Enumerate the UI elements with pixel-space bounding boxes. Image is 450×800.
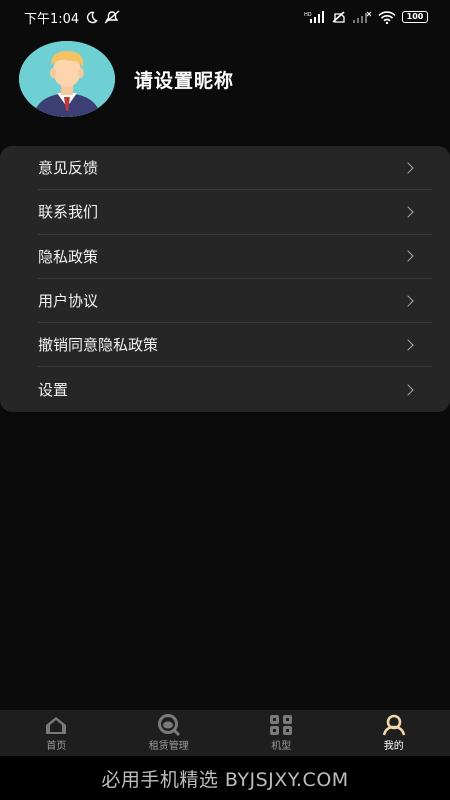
search-icon (156, 714, 182, 736)
tab-mine[interactable]: 我的 (338, 710, 450, 756)
moon-icon (85, 11, 99, 24)
signal-icon (352, 11, 372, 23)
settings-menu: 意见反馈 联系我们 隐私政策 用户协议 撤销同意隐私政策 设置 (0, 146, 450, 412)
chevron-right-icon (402, 161, 414, 174)
grid-icon (268, 714, 294, 736)
home-icon (43, 714, 69, 736)
chevron-right-icon (402, 250, 414, 262)
chevron-right-icon (402, 206, 414, 218)
tab-label: 租赁管理 (148, 741, 189, 752)
no-sim-icon (332, 11, 346, 23)
battery-icon: 100 (402, 11, 428, 23)
notification-off-icon (104, 10, 120, 24)
menu-item-label: 用户协议 (38, 292, 99, 311)
menu-item-user-agreement[interactable]: 用户协议 (38, 279, 432, 324)
chevron-right-icon (402, 383, 414, 396)
menu-item-label: 撤销同意隐私政策 (38, 336, 159, 355)
menu-item-label: 意见反馈 (38, 159, 99, 178)
tab-label: 机型 (271, 741, 292, 752)
menu-item-label: 隐私政策 (38, 247, 99, 266)
tab-home[interactable]: 首页 (0, 710, 113, 756)
chevron-right-icon (402, 294, 414, 307)
menu-item-contact-us[interactable]: 联系我们 (38, 190, 432, 235)
watermark-bar: 必用手机精选 BYJSJXY.COM (0, 756, 450, 800)
status-bar: 下午1:04 HD 100 (0, 0, 450, 34)
watermark-text: 必用手机精选 BYJSJXY.COM (101, 768, 349, 791)
status-left: 下午1:04 (24, 8, 120, 27)
tab-models[interactable]: 机型 (225, 710, 338, 756)
wifi-icon (378, 10, 396, 24)
profile-icon (381, 714, 407, 736)
menu-item-privacy-policy[interactable]: 隐私政策 (38, 235, 432, 279)
menu-item-label: 联系我们 (38, 203, 99, 222)
bottom-tab-bar: 首页 租赁管理 机型 我的 (0, 710, 450, 756)
status-right: HD 100 (304, 10, 428, 24)
menu-item-feedback[interactable]: 意见反馈 (38, 146, 432, 191)
hd-signal-icon: HD (304, 11, 326, 23)
chevron-right-icon (402, 339, 414, 351)
menu-item-settings[interactable]: 设置 (38, 367, 432, 411)
nickname-label[interactable]: 请设置昵称 (134, 66, 234, 93)
menu-item-revoke-privacy-consent[interactable]: 撤销同意隐私政策 (38, 323, 432, 368)
tab-label: 首页 (46, 741, 67, 752)
tab-rental-management[interactable]: 租赁管理 (113, 710, 226, 756)
svg-text:HD: HD (304, 12, 312, 18)
user-avatar[interactable] (19, 41, 115, 117)
status-time: 下午1:04 (24, 11, 80, 27)
tab-label: 我的 (383, 741, 404, 752)
profile-header[interactable]: 请设置昵称 (0, 40, 450, 120)
menu-item-label: 设置 (38, 381, 69, 400)
